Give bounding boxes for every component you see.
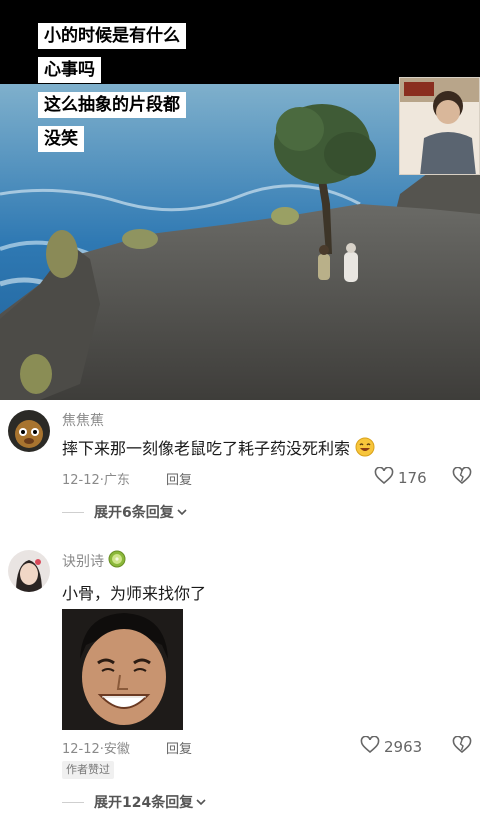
picture-in-picture-reaction xyxy=(399,77,480,175)
video-player[interactable]: 小的时候是有什么 心事吗 这么抽象的片段都 没笑 xyxy=(0,0,480,400)
video-caption-line: 没笑 xyxy=(38,126,84,152)
expand-replies-button[interactable]: 展开6条回复 xyxy=(62,502,187,522)
comment-location: 广东 xyxy=(103,473,130,488)
comment-username[interactable]: 诀别诗 xyxy=(62,551,104,571)
like-count: 2963 xyxy=(384,738,423,756)
heart-icon xyxy=(360,735,380,758)
divider xyxy=(62,511,84,513)
reply-button[interactable]: 回复 xyxy=(166,738,192,757)
expand-replies-label: 展开6条回复 xyxy=(94,505,174,521)
reply-button[interactable]: 回复 xyxy=(166,469,192,488)
comment-text: 小骨，为师来找你了 xyxy=(62,584,207,603)
comment-location: 安徽 xyxy=(103,742,130,757)
video-caption-line: 心事吗 xyxy=(38,57,101,83)
video-caption-line: 这么抽象的片段都 xyxy=(38,92,186,118)
like-button[interactable]: 176 xyxy=(374,466,427,489)
broken-heart-icon xyxy=(452,735,472,758)
grinning-face-icon xyxy=(355,437,375,461)
comment-item: 焦焦蕉 摔下来那一刻像老鼠吃了耗子药没死利索 12-12·广东 回复 176 展… xyxy=(0,400,480,530)
kiwi-icon xyxy=(108,550,126,572)
chevron-down-icon xyxy=(177,504,187,520)
comment-username[interactable]: 焦焦蕉 xyxy=(62,410,104,430)
comment-date: 12-12 xyxy=(62,473,100,488)
heart-icon xyxy=(374,466,394,489)
comment-item: 诀别诗 小骨，为师来找你了 12-12·安徽 回复 2963 作者赞过 展开12… xyxy=(0,540,480,818)
like-count: 176 xyxy=(398,469,427,487)
avatar[interactable] xyxy=(8,550,50,592)
comment-date: 12-12 xyxy=(62,742,100,757)
comment-text: 摔下来那一刻像老鼠吃了耗子药没死利索 xyxy=(62,439,351,458)
broken-heart-icon xyxy=(452,466,472,489)
like-button[interactable]: 2963 xyxy=(360,735,423,758)
divider xyxy=(62,801,84,803)
dislike-button[interactable] xyxy=(452,735,472,758)
comment-image[interactable] xyxy=(62,609,183,730)
avatar[interactable] xyxy=(8,410,50,452)
author-liked-badge: 作者赞过 xyxy=(62,761,114,779)
expand-replies-label: 展开124条回复 xyxy=(94,795,194,811)
chevron-down-icon xyxy=(196,794,206,810)
video-caption-line: 小的时候是有什么 xyxy=(38,23,186,49)
expand-replies-button[interactable]: 展开124条回复 xyxy=(62,792,206,812)
dislike-button[interactable] xyxy=(452,466,472,489)
